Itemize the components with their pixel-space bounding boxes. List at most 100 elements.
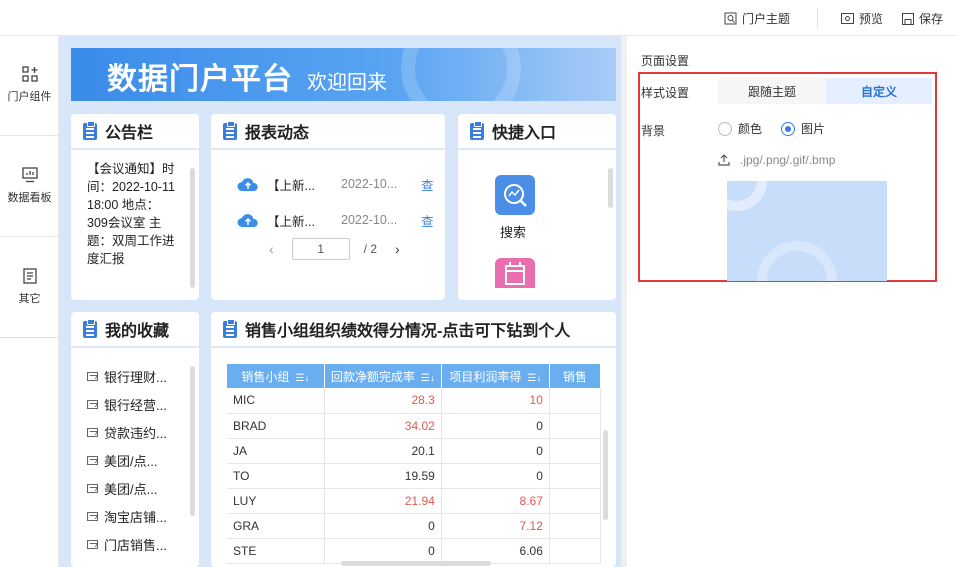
sort-icon[interactable]: ☰↓ bbox=[421, 373, 435, 384]
favorite-item[interactable]: 美团/点... bbox=[87, 478, 157, 498]
sales-cell bbox=[549, 538, 601, 564]
favorite-label: 贷款违约... bbox=[104, 425, 167, 441]
reports-card: 报表动态 【上新... 2022-10... 查 【上新... 2022-10.… bbox=[211, 114, 445, 300]
next-page-icon[interactable]: › bbox=[395, 241, 400, 257]
favorites-scrollbar[interactable] bbox=[190, 366, 195, 516]
profit-rate-cell: 10 bbox=[441, 388, 550, 414]
preview-button[interactable]: 预览 bbox=[841, 10, 883, 27]
save-button[interactable]: 保存 bbox=[902, 10, 943, 27]
portal-theme-button[interactable]: 门户主题 bbox=[724, 10, 790, 27]
sidebar-item-label: 其它 bbox=[18, 293, 41, 305]
image-chart-icon bbox=[87, 371, 98, 381]
table-row[interactable]: LUY 21.94 8.67 bbox=[227, 488, 601, 514]
report-view-link[interactable]: 查 bbox=[421, 211, 434, 230]
table-row[interactable]: MIC 28.3 10 bbox=[227, 388, 601, 414]
quick-scrollbar[interactable] bbox=[608, 168, 613, 208]
card-header: 报表动态 bbox=[211, 114, 445, 150]
card-title: 销售小组组织绩效得分情况-点击可下钻到个人 bbox=[245, 323, 571, 340]
sales-cell bbox=[549, 463, 601, 489]
calendar-icon[interactable] bbox=[495, 258, 535, 288]
collection-rate-cell: 20.1 bbox=[324, 438, 442, 464]
column-header[interactable]: 销售 bbox=[549, 364, 601, 388]
report-row[interactable]: 【上新... 2022-10... 查 bbox=[237, 210, 434, 230]
quick-entry-label[interactable]: 搜索 bbox=[500, 222, 526, 241]
table-row[interactable]: TO 19.59 0 bbox=[227, 463, 601, 489]
column-header[interactable]: 销售小组 ☰↓ bbox=[227, 364, 325, 388]
sort-icon[interactable]: ☰↓ bbox=[295, 373, 309, 384]
report-row[interactable]: 【上新... 2022-10... 查 bbox=[237, 174, 434, 194]
sales-cell bbox=[549, 388, 601, 414]
sales-cell bbox=[549, 413, 601, 439]
radio-circle-selected[interactable] bbox=[781, 121, 795, 136]
card-title: 我的收藏 bbox=[105, 323, 170, 340]
favorite-item[interactable]: 银行经营... bbox=[87, 394, 167, 414]
group-cell: TO bbox=[227, 463, 325, 489]
image-chart-icon bbox=[87, 539, 98, 549]
sort-icon[interactable]: ☰↓ bbox=[527, 373, 541, 384]
group-cell: STE bbox=[227, 538, 325, 564]
upload-icon bbox=[718, 154, 730, 166]
clipboard-icon bbox=[470, 120, 484, 140]
profit-rate-cell: 0 bbox=[441, 438, 550, 464]
profit-rate-cell: 0 bbox=[441, 413, 550, 439]
sales-cell bbox=[549, 513, 601, 539]
table-scrollbar-vertical[interactable] bbox=[603, 430, 608, 520]
settings-panel: 页面设置 样式设置 跟随主题 自定义 背景 颜色 图片 .jpg/.png/.g… bbox=[628, 36, 956, 567]
favorite-item[interactable]: 贷款违约... bbox=[87, 422, 167, 442]
style-option-follow-theme[interactable]: 跟随主题 bbox=[718, 78, 826, 104]
search-chart-icon[interactable] bbox=[495, 175, 535, 215]
profit-rate-cell: 7.12 bbox=[441, 513, 550, 539]
sidebar-item-other[interactable]: 其它 bbox=[0, 238, 59, 338]
table-row[interactable]: STE 0 6.06 bbox=[227, 538, 601, 564]
upload-area[interactable]: .jpg/.png/.gif/.bmp bbox=[718, 153, 835, 167]
favorite-item[interactable]: 美团/点... bbox=[87, 450, 157, 470]
prev-page-icon[interactable]: ‹ bbox=[269, 241, 274, 257]
image-chart-icon bbox=[87, 455, 98, 465]
card-header: 快捷入口 bbox=[458, 114, 616, 150]
section-title: 页面设置 bbox=[641, 54, 690, 68]
top-toolbar: 门户主题 预览 保存 bbox=[0, 0, 956, 36]
table-scrollbar-horizontal[interactable] bbox=[341, 561, 491, 566]
favorite-item[interactable]: 门店销售... bbox=[87, 534, 167, 554]
favorite-label: 银行理财... bbox=[104, 369, 167, 385]
column-header[interactable]: 项目利润率得 ☰↓ bbox=[441, 364, 550, 388]
card-title: 报表动态 bbox=[245, 125, 310, 142]
save-icon bbox=[902, 12, 914, 25]
table-row[interactable]: BRAD 34.02 0 bbox=[227, 413, 601, 439]
collection-rate-cell: 0 bbox=[324, 513, 442, 539]
table-row[interactable]: JA 20.1 0 bbox=[227, 438, 601, 464]
collection-rate-cell: 28.3 bbox=[324, 388, 442, 414]
notice-scrollbar[interactable] bbox=[190, 168, 195, 288]
image-chart-icon bbox=[87, 427, 98, 437]
report-view-link[interactable]: 查 bbox=[421, 175, 434, 194]
favorite-label: 银行经营... bbox=[104, 397, 167, 413]
preview-label: 预览 bbox=[859, 12, 884, 26]
clipboard-icon bbox=[223, 318, 237, 338]
sales-cell bbox=[549, 438, 601, 464]
group-cell: LUY bbox=[227, 488, 325, 514]
favorite-item[interactable]: 银行理财... bbox=[87, 366, 167, 386]
favorite-label: 淘宝店铺... bbox=[104, 509, 167, 525]
table-row[interactable]: GRA 0 7.12 bbox=[227, 513, 601, 539]
radio-circle[interactable] bbox=[718, 121, 732, 136]
card-title: 快捷入口 bbox=[492, 125, 557, 142]
column-header[interactable]: 回款净额完成率 ☰↓ bbox=[324, 364, 442, 388]
background-image-radio[interactable]: 图片 bbox=[781, 120, 825, 137]
sales-table: 销售小组 ☰↓ 回款净额完成率 ☰↓ 项目利润率得 ☰↓ 销售 MIC 28.3 10 BR… bbox=[227, 364, 601, 564]
sidebar-item-dashboards[interactable]: 数据看板 bbox=[0, 137, 59, 237]
favorite-item[interactable]: 淘宝店铺... bbox=[87, 506, 167, 526]
sidebar-item-portal-components[interactable]: 门户组件 bbox=[0, 36, 59, 136]
canvas-scrollbar[interactable] bbox=[621, 36, 627, 567]
background-color-radio[interactable]: 颜色 bbox=[718, 120, 762, 137]
background-image-preview bbox=[727, 181, 887, 281]
favorite-label: 门店销售... bbox=[104, 537, 167, 553]
monitor-chart-icon bbox=[21, 167, 38, 183]
favorite-label: 美团/点... bbox=[104, 481, 158, 497]
notice-card: 公告栏 【会议通知】时间：2022-10-11 18:00 地点：309会议室 … bbox=[71, 114, 199, 300]
page-number-input[interactable]: 1 bbox=[291, 238, 350, 260]
style-option-custom[interactable]: 自定义 bbox=[826, 78, 932, 104]
card-header: 公告栏 bbox=[71, 114, 199, 150]
card-header: 我的收藏 bbox=[71, 312, 199, 348]
favorite-label: 美团/点... bbox=[104, 453, 158, 469]
save-label: 保存 bbox=[919, 12, 944, 26]
